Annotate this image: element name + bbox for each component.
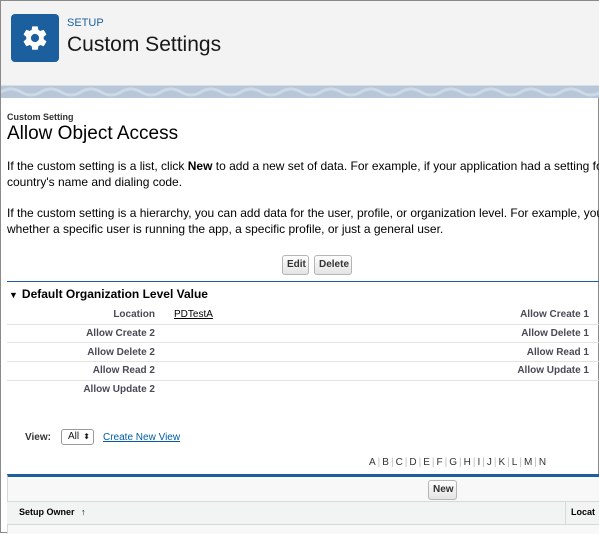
alphabet-separator: |: [472, 457, 476, 468]
alphabet-separator: |: [493, 457, 497, 468]
field-label: Allow Delete 2: [87, 347, 155, 358]
delete-button[interactable]: Delete: [314, 255, 352, 275]
field-label: Allow Read 1: [526, 347, 589, 358]
alphabet-separator: |: [431, 457, 435, 468]
header-title: Custom Settings: [67, 33, 222, 56]
description-text: If the custom setting is a hierarchy, yo…: [7, 206, 599, 220]
section-header[interactable]: ▼ Default Organization Level Value: [9, 287, 208, 301]
alphabet-letter-i[interactable]: I: [477, 457, 480, 468]
field-label: Allow Read 2: [92, 365, 155, 376]
description-new-emphasis: New: [187, 159, 213, 173]
column-header-label: Setup Owner: [19, 507, 75, 517]
alphabet-separator: |: [390, 457, 394, 468]
field-label: Allow Create 2: [86, 328, 155, 339]
alphabet-letter-h[interactable]: H: [464, 457, 471, 468]
alphabet-separator: |: [418, 457, 422, 468]
view-label: View:: [25, 432, 51, 443]
setup-header: SETUP Custom Settings: [1, 1, 599, 86]
gear-icon: [11, 14, 59, 62]
collapse-triangle-icon[interactable]: ▼: [9, 290, 18, 300]
alphabet-letter-k[interactable]: K: [498, 457, 505, 468]
location-value-link[interactable]: PDTestA: [174, 309, 213, 320]
header-eyebrow: SETUP: [67, 17, 104, 29]
alphabet-letter-f[interactable]: F: [437, 457, 443, 468]
alphabet-separator: |: [507, 457, 510, 468]
alphabet-letter-j[interactable]: J: [487, 457, 492, 468]
alphabet-separator: |: [404, 457, 408, 468]
header-wave-decoration: [1, 86, 599, 98]
alphabet-letter-m[interactable]: M: [524, 457, 532, 468]
alphabet-letter-d[interactable]: D: [409, 457, 416, 468]
field-label: Allow Create 1: [520, 309, 589, 320]
alphabet-separator: |: [534, 457, 537, 468]
description-hierarchy: If the custom setting is a hierarchy, yo…: [7, 205, 599, 237]
column-header-setup-owner[interactable]: Setup Owner ↑: [19, 507, 86, 517]
field-label: Location: [113, 309, 155, 320]
view-select[interactable]: All ⬍: [61, 429, 94, 445]
sort-ascending-icon: ↑: [81, 507, 86, 517]
view-select-value: All: [68, 431, 80, 442]
description-text: If the custom setting is a list, click: [7, 159, 188, 173]
alphabet-separator: |: [459, 457, 462, 468]
alphabet-separator: |: [519, 457, 522, 468]
edit-button[interactable]: Edit: [282, 255, 309, 275]
select-arrows-icon: ⬍: [83, 432, 90, 441]
detail-row: Allow Delete 2 Allow Read 1: [7, 343, 599, 362]
table-header-row: Setup Owner ↑ Locat: [7, 501, 599, 525]
alphabet-letter-e[interactable]: E: [423, 457, 430, 468]
description-text: to add a new set of data. For example, i…: [212, 159, 599, 173]
detail-row: Allow Create 2 Allow Delete 1: [7, 324, 599, 343]
section-divider: [7, 281, 599, 282]
alphabet-letter-g[interactable]: G: [449, 457, 457, 468]
column-divider: [565, 502, 566, 524]
alphabet-separator: |: [377, 457, 381, 468]
new-button[interactable]: New: [428, 480, 457, 500]
alphabet-separator: |: [482, 457, 485, 468]
detail-row: Allow Read 2 Allow Update 1: [7, 362, 599, 381]
alphabet-letter-c[interactable]: C: [396, 457, 403, 468]
description-text: country's name and dialing code.: [7, 175, 183, 189]
description-list: If the custom setting is a list, click N…: [7, 158, 599, 190]
detail-row: Allow Update 2: [7, 381, 599, 399]
create-new-view-link[interactable]: Create New View: [103, 432, 180, 443]
page-eyebrow: Custom Setting: [7, 112, 74, 122]
field-label: Allow Update 1: [517, 365, 589, 376]
alphabet-filter: A | B | C | D | E | F | G | H | I | J | K | L | M | N: [367, 457, 548, 468]
page-title: Allow Object Access: [7, 123, 179, 144]
field-label: Allow Delete 1: [521, 328, 589, 339]
alphabet-letter-l[interactable]: L: [512, 457, 518, 468]
alphabet-letter-a[interactable]: A: [369, 457, 376, 468]
detail-row: Location PDTestA Allow Create 1: [7, 306, 599, 325]
column-header-location[interactable]: Locat: [571, 507, 595, 517]
description-text: whether a specific user is running the a…: [7, 222, 444, 236]
alphabet-letter-n[interactable]: N: [539, 457, 546, 468]
alphabet-letter-b[interactable]: B: [382, 457, 389, 468]
alphabet-separator: |: [444, 457, 448, 468]
section-title: Default Organization Level Value: [21, 287, 208, 301]
field-label: Allow Update 2: [83, 384, 155, 395]
